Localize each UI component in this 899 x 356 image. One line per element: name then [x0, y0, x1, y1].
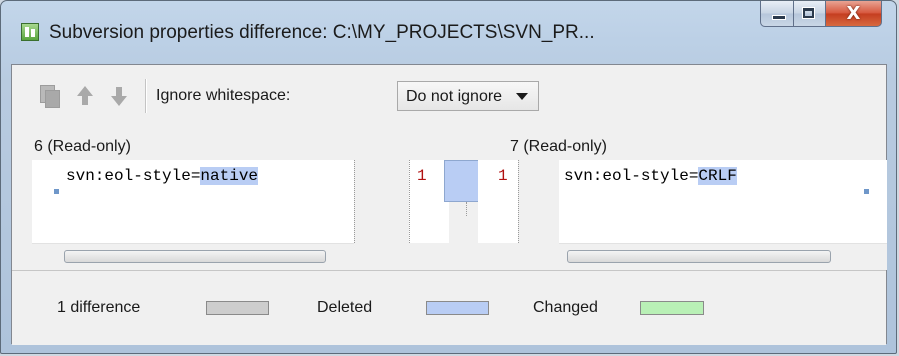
left-code-highlight: native	[200, 167, 259, 185]
right-code-highlight: CRLF	[698, 167, 737, 185]
changed-swatch	[640, 301, 704, 315]
left-editor[interactable]: svn:eol-style=native	[32, 160, 354, 243]
close-icon: X	[846, 3, 861, 24]
diff-window: Subversion properties difference: C:\MY_…	[0, 0, 897, 354]
window-title: Subversion properties difference: C:\MY_…	[49, 22, 595, 43]
left-pane-header: 6 (Read-only)	[34, 138, 131, 155]
left-horizontal-scrollbar[interactable]	[64, 250, 326, 263]
right-editor[interactable]: svn:eol-style=CRLF	[559, 160, 887, 243]
close-button[interactable]: X	[826, 1, 882, 27]
change-marker-icon	[54, 189, 59, 194]
right-horizontal-scrollbar[interactable]	[567, 250, 831, 263]
arrow-up-icon[interactable]	[74, 85, 96, 107]
title-bar[interactable]: Subversion properties difference: C:\MY_…	[1, 1, 896, 53]
left-scroll-row	[32, 243, 354, 270]
diff-client-area: Ignore whitespace: Do not ignore 6 (Read…	[11, 64, 887, 345]
chevron-down-icon	[516, 93, 528, 100]
legend-bar: 1 difference Deleted Changed	[12, 270, 886, 345]
toolbar: Ignore whitespace: Do not ignore	[12, 65, 886, 133]
left-line-gutter: 1	[409, 160, 449, 243]
left-code-line: svn:eol-style=native	[66, 167, 259, 185]
difference-count: 1 difference	[57, 299, 141, 316]
right-pane-header: 7 (Read-only)	[510, 138, 607, 155]
right-code-line: svn:eol-style=CRLF	[564, 167, 737, 185]
right-scroll-row	[559, 243, 887, 270]
diff-connector-tick	[466, 202, 467, 216]
left-editor-border	[354, 160, 355, 243]
ignore-whitespace-select[interactable]: Do not ignore	[397, 81, 539, 111]
changed-legend-label: Changed	[533, 299, 598, 316]
right-line-number: 1	[498, 167, 508, 185]
arrow-down-icon[interactable]	[108, 85, 130, 107]
right-code-prefix: svn:eol-style=	[564, 167, 699, 185]
minimize-icon	[772, 15, 786, 20]
ignore-whitespace-label: Ignore whitespace:	[156, 87, 291, 104]
right-line-gutter: 1	[478, 160, 518, 243]
maximize-icon	[802, 7, 815, 19]
change-marker-icon	[864, 189, 869, 194]
ignore-whitespace-value: Do not ignore	[406, 88, 503, 105]
left-code-prefix: svn:eol-style=	[66, 167, 201, 185]
copy-icon[interactable]	[38, 85, 60, 108]
toolbar-separator	[145, 79, 147, 113]
left-gutter-border	[409, 160, 410, 243]
deleted-legend-label: Deleted	[317, 299, 373, 316]
left-line-number: 1	[417, 167, 427, 185]
right-gutter-border	[518, 160, 519, 243]
window-controls: X	[760, 1, 882, 27]
maximize-button[interactable]	[794, 1, 826, 27]
minimize-button[interactable]	[760, 1, 794, 27]
difference-swatch	[206, 301, 269, 315]
deleted-swatch	[426, 301, 489, 315]
svn-diff-app-icon	[21, 23, 39, 41]
